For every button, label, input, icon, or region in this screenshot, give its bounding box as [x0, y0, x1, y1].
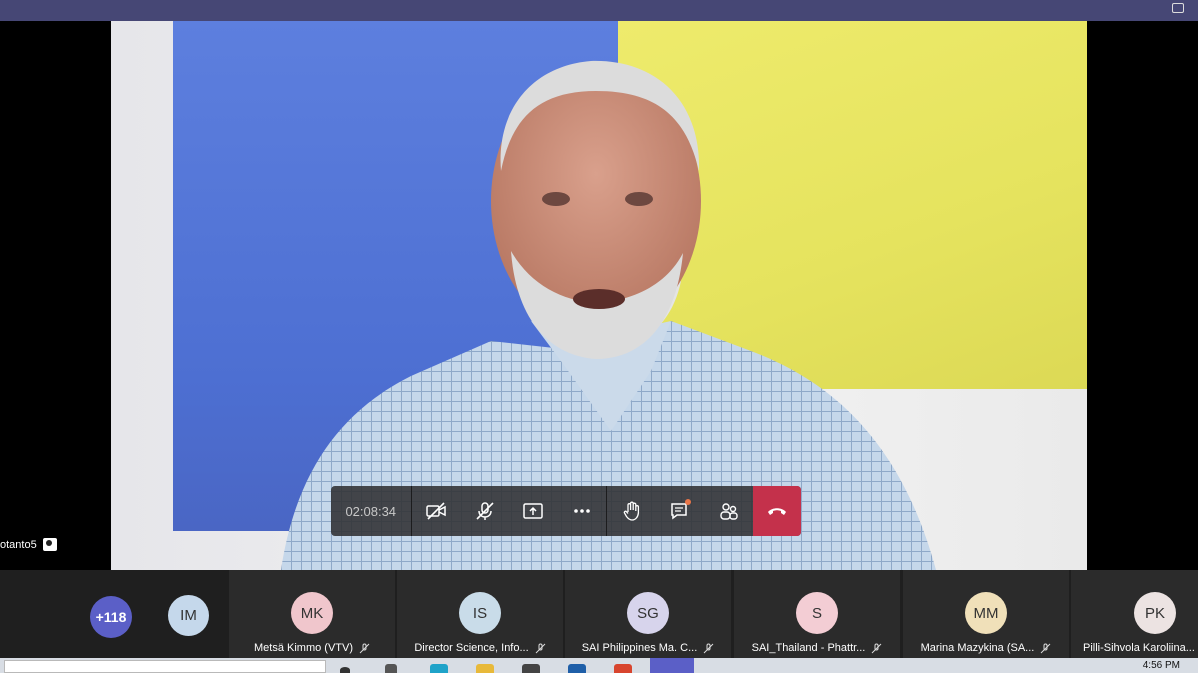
participant-name-row: SAI Philippines Ma. C... — [577, 642, 719, 654]
participants-icon — [720, 503, 738, 520]
participant-name-row: SAI_Thailand - Phattr... — [746, 642, 888, 654]
mic-muted-icon — [872, 643, 882, 653]
participant-name: SAI_Thailand - Phattr... — [751, 642, 866, 654]
participants-button[interactable] — [705, 486, 754, 536]
more-actions-button[interactable] — [558, 486, 607, 536]
hangup-icon — [768, 508, 787, 515]
search-icon[interactable] — [340, 667, 350, 673]
meeting-stage: otanto5 02:08:34 — [0, 21, 1198, 570]
raise-hand-icon — [623, 501, 639, 521]
popout-icon[interactable] — [1172, 3, 1184, 13]
avatar: SG — [627, 592, 669, 634]
avatar: PK — [1134, 592, 1176, 634]
edge-icon[interactable] — [430, 664, 448, 673]
share-screen-icon — [523, 503, 543, 519]
call-timer: 02:08:34 — [345, 503, 397, 519]
file-explorer-icon[interactable] — [476, 664, 494, 673]
window-title-bar — [0, 0, 1198, 21]
mic-toggle-button[interactable] — [460, 486, 509, 536]
chat-button[interactable] — [656, 486, 705, 536]
mic-off-icon — [475, 502, 494, 520]
taskbar-clock: 4:56 PM — [1142, 660, 1180, 671]
participant-name-row: Marina Mazykina (SA... — [915, 642, 1057, 654]
chat-notification-dot — [684, 499, 691, 505]
participant-tile[interactable]: MK Metsä Kimmo (VTV) — [229, 570, 395, 658]
participant-name: Pilli-Sihvola Karoliina... — [1083, 642, 1195, 654]
mail-icon[interactable] — [568, 664, 586, 673]
participant-name: SAI Philippines Ma. C... — [581, 642, 698, 654]
avatar: MM — [965, 592, 1007, 634]
mic-muted-icon — [359, 643, 370, 653]
chrome-icon[interactable] — [614, 664, 632, 673]
participant-name: Metsä Kimmo (VTV) — [253, 642, 353, 654]
self-view-label: otanto5 — [0, 538, 57, 551]
mic-muted-icon — [1040, 643, 1051, 653]
avatar: MK — [291, 592, 333, 634]
participant-strip: +118 IM MK Metsä Kimmo (VTV) IS Director… — [0, 570, 1198, 658]
participant-name-row: Metsä Kimmo (VTV) — [241, 642, 383, 654]
more-icon — [574, 509, 590, 513]
call-controls-bar: 02:08:34 — [331, 486, 801, 536]
participant-name: Director Science, Info... — [414, 642, 529, 654]
windows-taskbar: 4:56 PM — [0, 658, 1198, 673]
raise-hand-button[interactable] — [607, 486, 656, 536]
participant-name-row: Pilli-Sihvola Karoliina... — [1083, 642, 1198, 654]
participant-tile[interactable]: S SAI_Thailand - Phattr... — [734, 570, 900, 658]
store-icon[interactable] — [522, 664, 540, 673]
participant-tile[interactable]: IS Director Science, Info... — [397, 570, 563, 658]
leave-call-button[interactable] — [753, 486, 801, 536]
more-participants-button[interactable]: +118 — [90, 596, 132, 638]
participant-name: Marina Mazykina (SA... — [920, 642, 1035, 654]
mic-muted-icon — [703, 643, 714, 653]
camera-toggle-button[interactable] — [412, 486, 461, 536]
teams-icon[interactable] — [650, 658, 694, 673]
task-view-icon[interactable] — [385, 664, 397, 673]
participant-avatar-im[interactable]: IM — [168, 595, 209, 636]
mic-muted-icon — [535, 643, 546, 653]
share-screen-button[interactable] — [509, 486, 558, 536]
user-pin-icon[interactable] — [42, 538, 57, 551]
participant-tile[interactable]: MM Marina Mazykina (SA... — [903, 570, 1069, 658]
avatar: S — [796, 592, 838, 634]
taskbar-search-box[interactable] — [4, 660, 326, 673]
camera-off-icon — [426, 502, 446, 520]
avatar: IS — [459, 592, 501, 634]
participant-tile[interactable]: SG SAI Philippines Ma. C... — [565, 570, 731, 658]
participant-tile[interactable]: PK Pilli-Sihvola Karoliina... — [1071, 570, 1198, 658]
self-name: otanto5 — [0, 538, 37, 551]
participant-name-row: Director Science, Info... — [409, 642, 551, 654]
